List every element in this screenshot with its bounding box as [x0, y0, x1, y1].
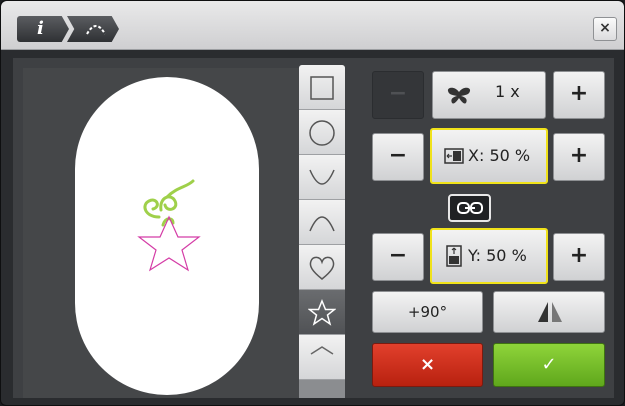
scale-x-value: X: 50 % — [468, 146, 531, 165]
shape-square-button[interactable] — [299, 65, 345, 110]
link-icon — [457, 202, 483, 214]
shape-arc-down-button[interactable] — [299, 155, 345, 200]
arc-path-icon — [86, 25, 106, 35]
circle-icon — [309, 120, 335, 146]
repeat-plus-button[interactable]: + — [553, 71, 605, 119]
preview-area — [23, 68, 299, 398]
scale-y-minus-button[interactable]: − — [372, 233, 424, 281]
scale-y-field[interactable]: Y: 50 % — [430, 228, 548, 284]
mirror-button[interactable] — [493, 291, 605, 333]
arc-up-icon — [309, 216, 335, 232]
height-scale-icon — [446, 245, 462, 267]
scale-x-field[interactable]: X: 50 % — [430, 128, 548, 184]
star-outline — [137, 215, 201, 272]
shape-arc-up-button[interactable] — [299, 200, 345, 245]
width-scale-icon — [444, 148, 464, 164]
square-icon — [310, 76, 334, 100]
title-bar: i × — [1, 1, 624, 50]
info-icon: i — [37, 18, 44, 39]
scale-x-plus-button[interactable]: + — [553, 133, 605, 181]
repeat-minus-button[interactable]: − — [372, 71, 424, 119]
star-icon — [308, 299, 336, 326]
confirm-button[interactable]: ✓ — [493, 343, 605, 387]
butterfly-icon — [447, 87, 471, 104]
shape-heart-button[interactable] — [299, 245, 345, 290]
aspect-lock-button[interactable] — [448, 194, 491, 222]
info-tab[interactable]: i — [17, 16, 69, 42]
shape-star-button[interactable] — [299, 290, 345, 335]
path-tab[interactable] — [67, 16, 119, 42]
embroidery-hoop — [75, 77, 259, 395]
heart-icon — [309, 256, 335, 280]
shape-editor-window: i × − 1 x + − X: 50 % + − Y: 50 % + +90°… — [0, 0, 625, 406]
arc-down-icon — [309, 169, 335, 185]
design-preview — [137, 179, 201, 272]
shape-selector[interactable] — [299, 65, 345, 398]
repeat-value: 1 x — [495, 82, 520, 101]
close-button[interactable]: × — [593, 17, 617, 41]
cancel-button[interactable]: × — [372, 343, 483, 387]
rotate-90-button[interactable]: +90° — [372, 291, 483, 333]
repeat-count-button[interactable]: 1 x — [432, 71, 546, 119]
shape-circle-button[interactable] — [299, 110, 345, 155]
shape-scroll-up-button[interactable] — [299, 335, 345, 380]
mirror-icon — [538, 302, 562, 322]
chevron-up-icon — [310, 346, 334, 355]
scale-y-value: Y: 50 % — [468, 246, 527, 265]
scale-x-minus-button[interactable]: − — [372, 133, 424, 181]
scale-y-plus-button[interactable]: + — [553, 233, 605, 281]
